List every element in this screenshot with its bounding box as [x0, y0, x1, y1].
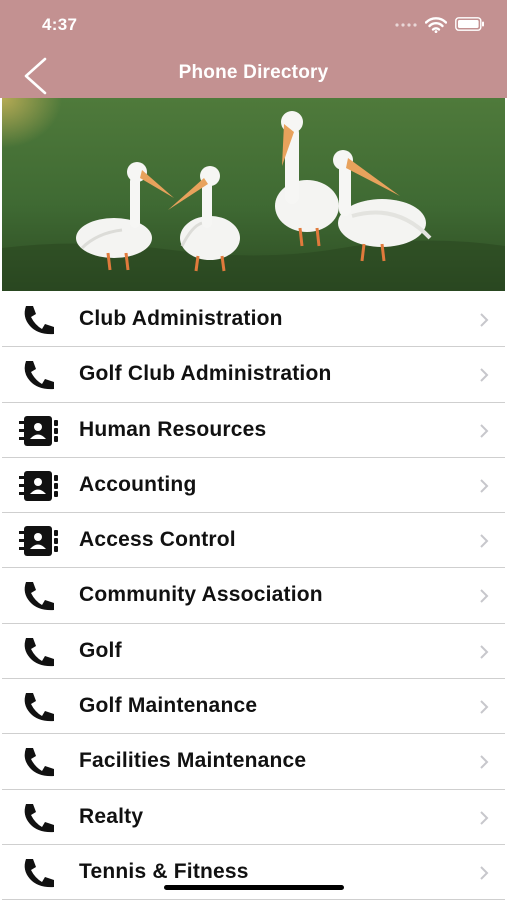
list-item[interactable]: Access Control	[2, 513, 505, 569]
contact-book-icon	[19, 415, 58, 446]
list-item-label: Facilities Maintenance	[79, 749, 307, 773]
list-item[interactable]: Golf Club Administration	[2, 347, 505, 403]
chevron-right-icon	[480, 700, 489, 714]
header-area: 4:37 Phone Directory	[0, 0, 507, 98]
status-bar: 4:37	[0, 0, 507, 50]
list-item[interactable]: Tennis & Fitness	[2, 844, 505, 900]
list-item-label: Access Control	[79, 528, 236, 552]
list-item-label: Golf	[79, 638, 122, 662]
wifi-icon	[425, 17, 447, 33]
list-item[interactable]: Golf Maintenance	[2, 679, 505, 735]
list-item[interactable]: Community Association	[2, 568, 505, 624]
status-time: 4:37	[42, 15, 78, 34]
phone-icon	[24, 693, 54, 722]
chevron-right-icon	[480, 479, 489, 493]
chevron-right-icon	[480, 313, 489, 327]
department-list: Club Administration Golf Club Administra…	[2, 292, 505, 900]
phone-icon	[24, 306, 54, 335]
list-item-label: Human Resources	[79, 417, 267, 441]
phone-icon	[24, 361, 54, 390]
list-item-label: Golf Maintenance	[79, 694, 258, 718]
list-item-label: Tennis & Fitness	[79, 859, 249, 883]
cellular-signal-icon	[395, 23, 417, 27]
list-item-label: Accounting	[79, 472, 197, 496]
chevron-right-icon	[480, 810, 489, 825]
list-item[interactable]: Accounting	[2, 457, 505, 514]
battery-icon	[455, 17, 484, 31]
list-item[interactable]: Realty	[2, 789, 505, 845]
list-item-label: Club Administration	[79, 307, 283, 330]
contact-book-icon	[19, 526, 58, 557]
list-item[interactable]: Golf	[2, 623, 505, 680]
phone-icon	[24, 803, 54, 832]
list-item-label: Realty	[79, 804, 144, 828]
chevron-right-icon	[480, 423, 489, 438]
list-item[interactable]: Facilities Maintenance	[2, 734, 505, 790]
chevron-right-icon	[480, 368, 489, 383]
list-item-label: Golf Club Administration	[79, 362, 332, 386]
phone-icon	[24, 582, 54, 611]
home-indicator[interactable]	[164, 885, 344, 890]
list-item[interactable]: Human Resources	[2, 402, 505, 458]
chevron-right-icon	[480, 589, 489, 604]
chevron-right-icon	[480, 645, 489, 659]
phone-icon	[24, 637, 54, 666]
chevron-right-icon	[480, 755, 489, 770]
chevron-right-icon	[480, 866, 489, 880]
list-item[interactable]: Club Administration	[2, 292, 505, 348]
page-title: Phone Directory	[178, 62, 329, 83]
phone-icon	[24, 748, 54, 777]
list-item-label: Community Association	[79, 583, 323, 607]
contact-book-icon	[19, 470, 58, 501]
hero-image-pelicans	[2, 98, 505, 291]
phone-icon	[24, 858, 54, 888]
navigation-bar: Phone Directory	[0, 50, 507, 98]
chevron-right-icon	[480, 534, 489, 548]
